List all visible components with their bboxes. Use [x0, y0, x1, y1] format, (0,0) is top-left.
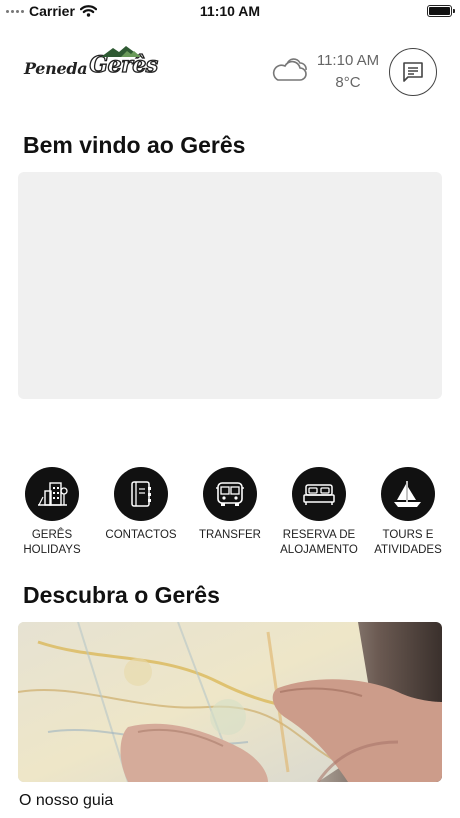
cloud-icon	[272, 58, 307, 81]
service-label: TRANSFER	[199, 529, 261, 541]
service-reserva-alojamento[interactable]: RESERVA DE ALOJAMENTO	[274, 467, 364, 558]
logo-geres-wrap: Gerês	[89, 46, 159, 79]
service-label: GERÊS HOLIDAYS	[23, 529, 81, 556]
app-logo[interactable]: Peneda Gerês	[24, 46, 159, 79]
service-transfer[interactable]: TRANSFER	[185, 467, 275, 543]
guide-caption[interactable]: O nosso guia	[19, 792, 113, 810]
guide-card[interactable]	[18, 622, 442, 782]
service-contactos[interactable]: CONTACTOS	[96, 467, 186, 543]
header-temperature: 8°C	[335, 74, 361, 91]
service-label: RESERVA DE ALOJAMENTO	[280, 529, 358, 556]
service-label: CONTACTOS	[105, 529, 177, 541]
welcome-title: Bem vindo ao Gerês	[23, 132, 246, 158]
address-book-icon	[114, 467, 168, 521]
message-icon	[403, 62, 423, 82]
logo-text-peneda: Peneda	[24, 59, 88, 78]
status-bar: Carrier 11:10 AM	[0, 0, 460, 24]
service-label: TOURS E ATIVIDADES	[374, 529, 442, 556]
services-row: GERÊS HOLIDAYS CONTACTOS TRANSFER RESERV…	[0, 467, 460, 567]
messages-button[interactable]	[389, 48, 437, 96]
hotel-icon	[25, 467, 79, 521]
service-geres-holidays[interactable]: GERÊS HOLIDAYS	[7, 467, 97, 558]
service-tours-atividades[interactable]: TOURS E ATIVIDADES	[363, 467, 453, 558]
battery-icon	[427, 5, 455, 17]
status-time: 11:10 AM	[199, 3, 261, 19]
discover-title: Descubra o Gerês	[23, 582, 220, 608]
header-time: 11:10 AM	[316, 52, 380, 69]
bus-icon	[203, 467, 257, 521]
banner-placeholder[interactable]	[18, 172, 442, 399]
sailboat-icon	[381, 467, 435, 521]
app-header: Peneda Gerês 11:10 AM 8°C	[0, 44, 460, 100]
map-in-hands-photo	[18, 622, 442, 782]
mountain-icon	[101, 46, 142, 57]
bed-icon	[292, 467, 346, 521]
